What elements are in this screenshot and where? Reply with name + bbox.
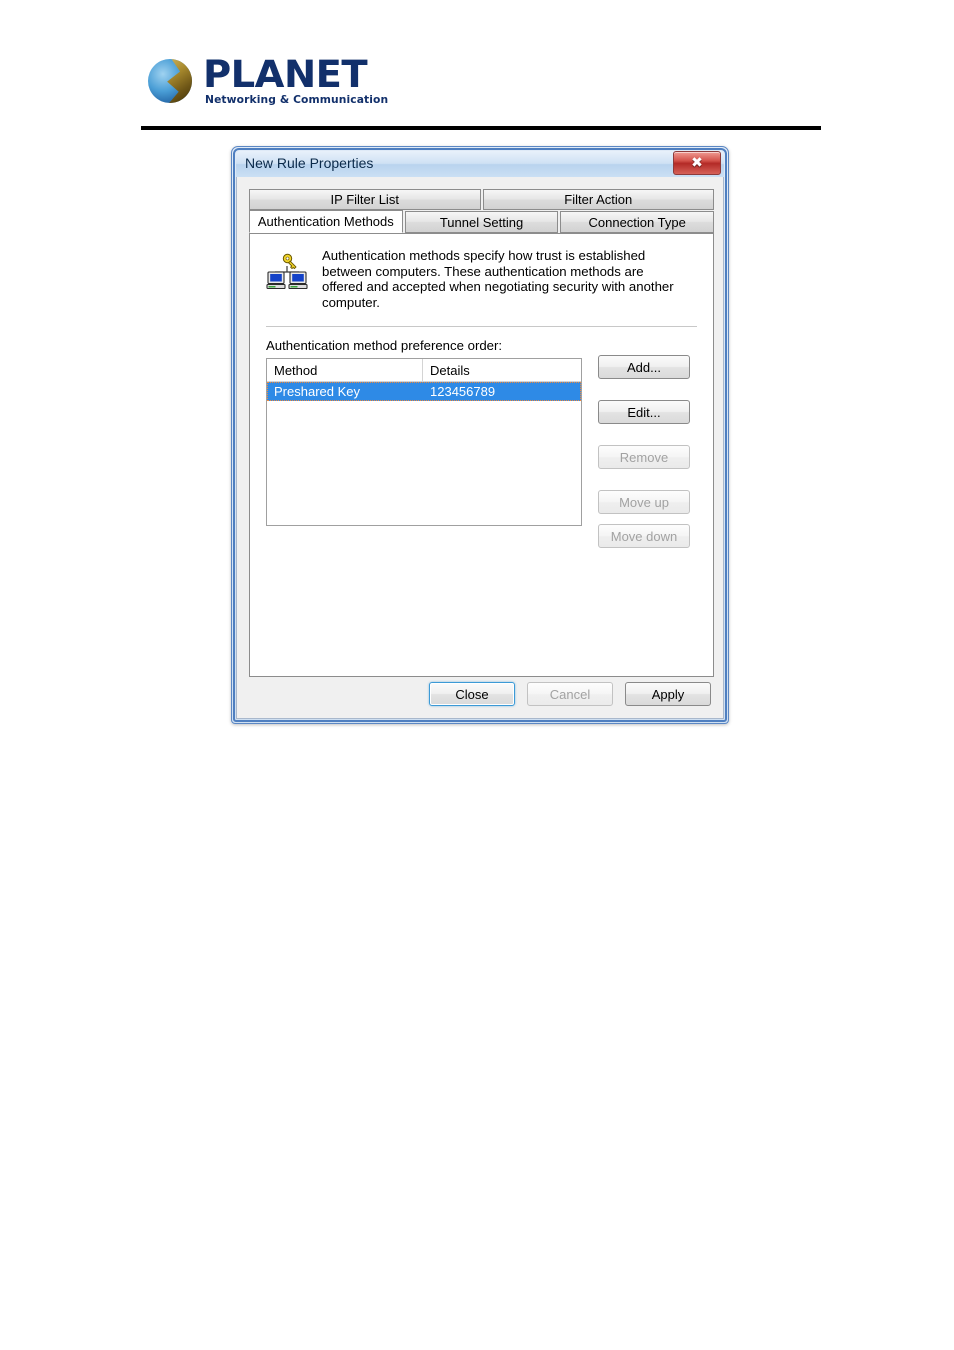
- tab-row-top: IP Filter List Filter Action: [249, 189, 714, 210]
- tab-control: IP Filter List Filter Action Authenticat…: [249, 189, 715, 677]
- tab-authentication-methods[interactable]: Authentication Methods: [249, 210, 403, 233]
- tab-panel-authentication-methods: Authentication methods specify how trust…: [249, 233, 714, 677]
- dialog-title: New Rule Properties: [245, 155, 374, 171]
- side-button-group: Add... Edit... Remove Move up Move down: [598, 355, 690, 569]
- tab-filter-action[interactable]: Filter Action: [482, 189, 714, 210]
- description-separator: [266, 326, 697, 327]
- planet-logo: PLANET Networking & Communication: [148, 56, 389, 106]
- edit-button[interactable]: Edit...: [598, 400, 690, 424]
- brand-tagline: Networking & Communication: [205, 94, 389, 106]
- list-item[interactable]: Preshared Key 123456789: [267, 382, 581, 401]
- list-item-method: Preshared Key: [274, 384, 360, 399]
- description-text: Authentication methods specify how trust…: [322, 248, 674, 310]
- brand-name: PLANET: [203, 53, 368, 96]
- close-icon[interactable]: ✖: [673, 151, 721, 175]
- tab-tunnel-setting[interactable]: Tunnel Setting: [404, 211, 559, 233]
- page-header: PLANET Networking & Communication: [141, 52, 821, 130]
- close-button-footer[interactable]: Close: [429, 682, 515, 706]
- move-up-button[interactable]: Move up: [598, 490, 690, 514]
- move-down-button[interactable]: Move down: [598, 524, 690, 548]
- description-block: Authentication methods specify how trust…: [266, 248, 697, 310]
- logo-crescent-shape: [167, 58, 192, 103]
- two-computers-key-icon: [266, 250, 308, 292]
- authentication-method-list[interactable]: Method Details Preshared Key 123456789: [266, 358, 582, 526]
- new-rule-properties-dialog: New Rule Properties ✖ IP Filter List Fil…: [231, 146, 729, 724]
- cancel-button[interactable]: Cancel: [527, 682, 613, 706]
- header-divider-rule: [141, 126, 821, 130]
- column-header-method[interactable]: Method: [267, 359, 423, 381]
- planet-globe-icon: [148, 58, 192, 103]
- dialog-titlebar[interactable]: New Rule Properties ✖: [236, 151, 724, 177]
- list-header: Method Details: [267, 359, 581, 382]
- dialog-body: IP Filter List Filter Action Authenticat…: [236, 177, 724, 719]
- list-item-details: 123456789: [430, 384, 496, 399]
- remove-button[interactable]: Remove: [598, 445, 690, 469]
- tab-row-bottom: Authentication Methods Tunnel Setting Co…: [249, 210, 715, 233]
- apply-button[interactable]: Apply: [625, 682, 711, 706]
- column-header-details[interactable]: Details: [423, 359, 581, 381]
- tab-connection-type[interactable]: Connection Type: [560, 211, 715, 233]
- logo-wordmark: PLANET Networking & Communication: [203, 56, 389, 106]
- dialog-button-bar: Close Cancel Apply: [429, 682, 711, 706]
- list-label: Authentication method preference order:: [266, 338, 503, 353]
- tab-ip-filter-list[interactable]: IP Filter List: [249, 189, 481, 210]
- close-x-glyph: ✖: [691, 155, 703, 171]
- add-button[interactable]: Add...: [598, 355, 690, 379]
